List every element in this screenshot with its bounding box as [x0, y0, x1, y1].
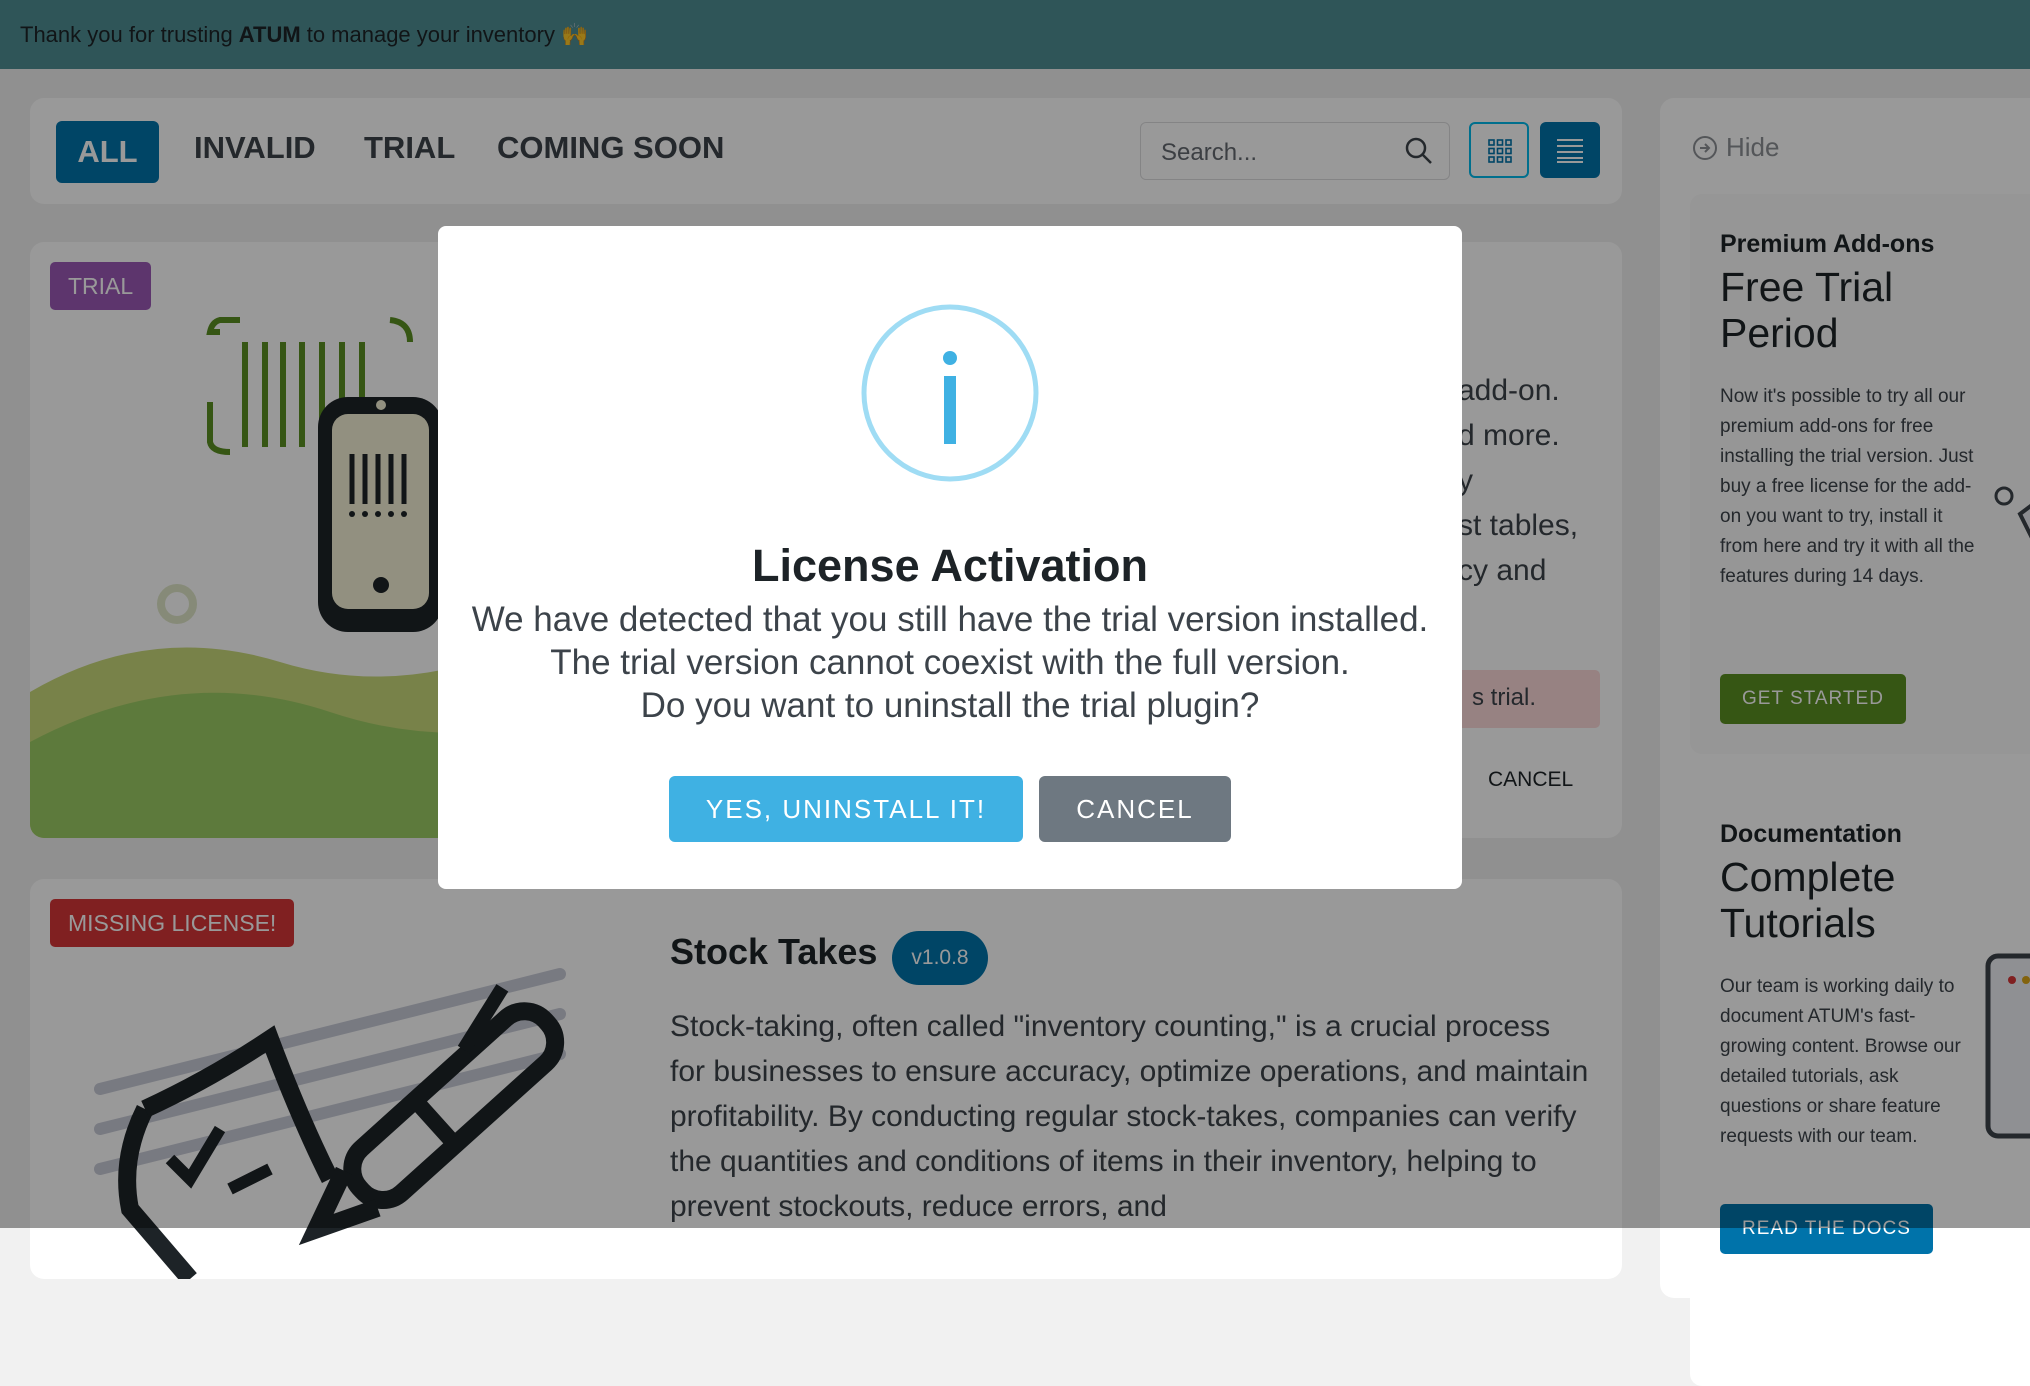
dialog-line-1: We have detected that you still have the…	[471, 600, 1429, 639]
cancel-button[interactable]: CANCEL	[1039, 776, 1231, 842]
info-icon	[861, 304, 1039, 482]
dialog-line-2: The trial version cannot coexist with th…	[550, 643, 1350, 682]
confirm-uninstall-button[interactable]: YES, UNINSTALL IT!	[669, 776, 1023, 842]
license-activation-dialog: License Activation We have detected that…	[438, 226, 1462, 889]
dialog-title: License Activation	[752, 540, 1148, 591]
dialog-message: We have detected that you still have the…	[438, 598, 1462, 727]
dialog-line-3: Do you want to uninstall the trial plugi…	[640, 686, 1260, 725]
